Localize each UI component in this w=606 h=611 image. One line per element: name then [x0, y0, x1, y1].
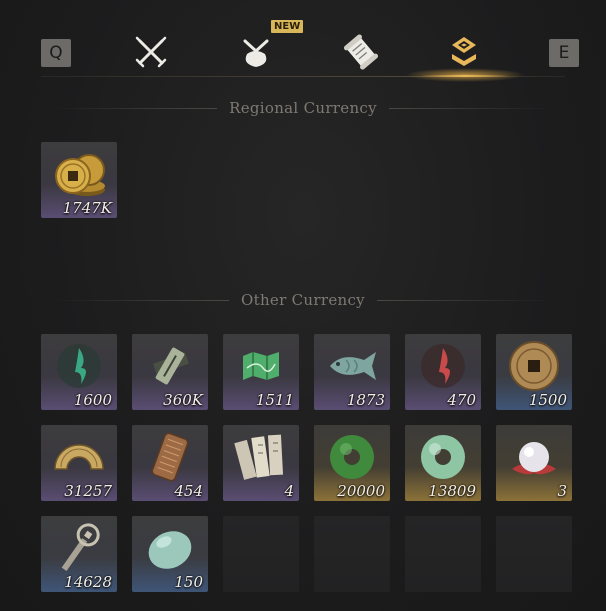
item-count: 470 — [447, 391, 476, 409]
prev-tab-key[interactable]: Q — [41, 39, 71, 67]
item-count: 14628 — [64, 573, 112, 591]
gold-coins-icon — [55, 154, 105, 196]
tab-scrolls[interactable] — [339, 30, 383, 74]
paper-talismans-icon — [234, 434, 284, 480]
item-count: 20000 — [337, 482, 385, 500]
crossed-swords-icon — [135, 36, 167, 68]
bronze-plaque-icon — [151, 432, 189, 482]
other-currency-header: Other Currency — [41, 288, 565, 312]
item-count: 1600 — [73, 391, 112, 409]
next-tab-key[interactable]: E — [549, 39, 579, 67]
tab-weapons[interactable] — [129, 30, 173, 74]
currency-slot-jade-stone[interactable]: 150 — [132, 516, 208, 592]
green-map-icon — [243, 352, 279, 380]
other-currency-title: Other Currency — [241, 291, 365, 309]
coin-sword-icon — [61, 523, 100, 572]
item-count: 1511 — [255, 391, 294, 409]
empty-slot — [223, 516, 299, 592]
currency-slot-jade-fish[interactable]: 1873 — [314, 334, 390, 410]
item-count: 3 — [557, 482, 567, 500]
red-flame-icon — [421, 344, 465, 388]
empty-slot — [314, 516, 390, 592]
currency-slot-green-jade-ring[interactable]: 20000 — [314, 425, 390, 501]
empty-slot — [496, 516, 572, 592]
regional-currency-header: Regional Currency — [41, 96, 565, 120]
green-jade-ring-icon — [330, 435, 374, 479]
item-count: 454 — [174, 482, 203, 500]
pale-jade-ring-icon — [421, 435, 465, 479]
scroll-icon — [343, 34, 379, 70]
currency-slot-paper-talismans[interactable]: 4 — [223, 425, 299, 501]
new-badge: NEW — [271, 20, 304, 33]
currency-slot-bamboo-token[interactable]: 360K — [132, 334, 208, 410]
currency-slot-bronze-plaque[interactable]: 454 — [132, 425, 208, 501]
active-tab-indicator — [420, 75, 510, 77]
bundle-icon — [243, 39, 269, 67]
currency-slot-red-flame[interactable]: 470 — [405, 334, 481, 410]
item-count: 1873 — [346, 391, 385, 409]
currency-slot-bronze-coin[interactable]: 1500 — [496, 334, 572, 410]
currency-slot-gold-coins[interactable]: 1747K — [41, 142, 117, 218]
item-count: 1747K — [62, 199, 112, 217]
currency-slot-coin-sword[interactable]: 14628 — [41, 516, 117, 592]
regional-currency-title: Regional Currency — [229, 99, 377, 117]
inventory-tab-bar: Q NEW E — [0, 0, 606, 82]
pearl-icon — [512, 442, 556, 475]
currency-slot-half-coin[interactable]: 31257 — [41, 425, 117, 501]
currency-slot-green-map[interactable]: 1511 — [223, 334, 299, 410]
empty-slot — [405, 516, 481, 592]
currency-slot-jade-flame[interactable]: 1600 — [41, 334, 117, 410]
currency-slot-pale-jade-ring[interactable]: 13809 — [405, 425, 481, 501]
item-count: 360K — [163, 391, 203, 409]
bamboo-token-icon — [152, 347, 189, 385]
currency-slot-pearl[interactable]: 3 — [496, 425, 572, 501]
item-count: 4 — [284, 482, 294, 500]
item-count: 31257 — [64, 482, 112, 500]
jade-green-flame-icon — [57, 344, 101, 388]
item-count: 1500 — [528, 391, 567, 409]
currency-icon — [452, 37, 476, 66]
tab-items[interactable] — [234, 30, 278, 74]
bronze-coin-icon — [509, 341, 559, 391]
half-coin-icon — [54, 444, 104, 470]
jade-fish-icon — [330, 352, 376, 380]
jade-stone-icon — [148, 531, 192, 569]
item-count: 13809 — [428, 482, 476, 500]
item-count: 150 — [174, 573, 203, 591]
